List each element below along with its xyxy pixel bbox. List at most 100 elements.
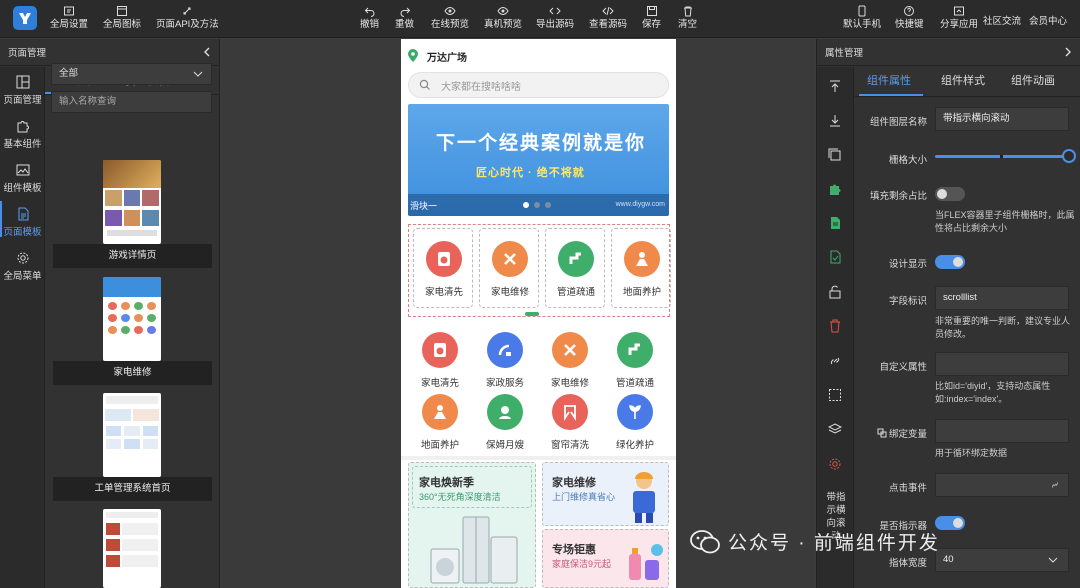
redo-button[interactable]: 重做 [395, 5, 414, 31]
category-select[interactable]: 全部 [51, 63, 212, 85]
design-show-toggle[interactable] [935, 255, 965, 269]
page-api-button[interactable]: 页面API及方法 [156, 5, 219, 31]
undo-icon [364, 7, 374, 17]
bind-variable-icon [877, 428, 887, 438]
default-phone-button[interactable]: 默认手机 [843, 5, 881, 31]
gear-icon [17, 252, 28, 264]
washer-icon [426, 241, 462, 277]
left-panel-title: 页面管理 [8, 48, 47, 59]
nav-label: 页面管理 [3, 95, 42, 106]
nav-basic-components[interactable]: 基本组件 [0, 119, 45, 150]
tools-icon [552, 332, 588, 368]
custom-attr-input[interactable] [935, 352, 1069, 376]
scroll-item[interactable]: 家电维修 [479, 228, 539, 308]
grid-item[interactable]: 窗帘清洗 [538, 394, 602, 451]
template-card[interactable] [53, 509, 212, 588]
grid-item[interactable]: 管道疏通 [603, 332, 667, 389]
app-logo[interactable] [13, 6, 37, 30]
banner-title: 下一个经典案例就是你 [436, 132, 647, 154]
horizontal-scroll-selected[interactable]: 家电清先 家电维修 管道疏通 地面养护 [408, 224, 671, 317]
click-event-input[interactable] [935, 473, 1069, 497]
grid-item-label: 地面养护 [420, 440, 459, 451]
bind-var-input[interactable] [935, 419, 1069, 443]
nav-global-menu[interactable]: 全局菜单 [0, 251, 45, 282]
template-thumbnail [103, 509, 161, 588]
help-icon [904, 6, 915, 16]
banner-indicator[interactable] [523, 202, 551, 208]
community-link[interactable]: 社区交流 [983, 13, 1021, 27]
collapse-left-icon[interactable] [203, 47, 211, 57]
online-preview-button[interactable]: 在线预览 [431, 5, 469, 31]
scroll-item[interactable]: 地面养护 [611, 228, 671, 308]
share-app-button[interactable]: 分享应用 [940, 5, 978, 31]
code-icon [549, 7, 561, 15]
fill-remaining-toggle[interactable] [935, 187, 965, 201]
nav-page-manage[interactable]: 页面管理 [0, 75, 45, 106]
grid-item[interactable]: 地面养护 [408, 394, 472, 451]
export-source-button[interactable]: 导出源码 [536, 5, 574, 31]
nav-component-templates[interactable]: 组件模板 [0, 163, 45, 194]
view-source-label: 查看源码 [589, 19, 628, 30]
vacuum-icon [487, 332, 523, 368]
phone-preview[interactable]: 万达广场 大家都在搜啥啥啥 下一个经典案例就是你 匠心时代 · 绝不将就 滑块一… [401, 39, 676, 588]
phone-search-bar[interactable]: 大家都在搜啥啥啥 [408, 72, 669, 98]
template-thumbnail [103, 277, 161, 361]
location-text: 万达广场 [427, 52, 467, 64]
phone-search-placeholder: 大家都在搜啥啥啥 [441, 81, 521, 93]
promo-card-renew[interactable]: 家电焕新季 360°无死角深度清洁 [408, 462, 536, 588]
link-icon [1052, 482, 1058, 488]
divider [401, 456, 676, 460]
scroll-item-label: 家电清先 [424, 287, 463, 298]
scroll-item[interactable]: 管道疏通 [545, 228, 605, 308]
nav-page-templates[interactable]: 页面模板 [0, 201, 45, 238]
template-card[interactable]: 游戏详情页 [53, 160, 212, 268]
template-caption: 工单管理系统首页 [53, 477, 212, 501]
template-search-input[interactable]: 输入名称查询 [51, 91, 212, 113]
location-bar[interactable]: 万达广场 [407, 45, 467, 67]
promo-card-deal[interactable]: 专场钜惠 家庭保洁9元起 [542, 529, 669, 588]
grid-size-slider-handle[interactable] [1062, 149, 1076, 163]
grid-item[interactable]: 家政服务 [473, 332, 537, 389]
appliances-illustration [430, 516, 518, 584]
member-center-link[interactable]: 会员中心 [1029, 13, 1067, 27]
click-event-label: 点击事件 [888, 483, 927, 494]
global-icons-button[interactable]: 全局图标 [103, 5, 141, 31]
bind-var-label-text: 绑定变量 [888, 429, 927, 440]
location-pin-icon [408, 49, 418, 62]
template-card[interactable]: 家电维修 [53, 277, 212, 385]
device-preview-button[interactable]: 真机预览 [484, 5, 522, 31]
online-preview-label: 在线预览 [431, 19, 470, 30]
custom-attr-label: 自定义属性 [879, 362, 927, 373]
undo-button[interactable]: 撤销 [360, 5, 379, 31]
scroll-item-label: 管道疏通 [556, 287, 595, 298]
grid-item[interactable]: 家电维修 [538, 332, 602, 389]
template-card[interactable]: 工单管理系统首页 [53, 393, 212, 501]
save-button[interactable]: 保存 [642, 5, 661, 31]
shortcut-button[interactable]: 快捷键 [895, 5, 924, 31]
share-icon [954, 6, 964, 16]
document-icon [18, 207, 28, 221]
layer-name-input[interactable]: 带指示横向滚动 [935, 107, 1069, 131]
grid-item[interactable]: 保姆月嫂 [473, 394, 537, 451]
field-id-input[interactable]: scrolllist [935, 286, 1069, 310]
grid-item[interactable]: 绿化养护 [603, 394, 667, 451]
device-preview-label: 真机预览 [484, 19, 523, 30]
template-thumbnail [103, 393, 161, 477]
design-show-label: 设计显示 [888, 259, 927, 270]
trash-icon [683, 6, 692, 17]
global-settings-button[interactable]: 全局设置 [50, 5, 88, 31]
indicator-width-select[interactable]: 40 [935, 548, 1069, 572]
clear-label: 清空 [678, 19, 698, 30]
clear-button[interactable]: 清空 [678, 5, 697, 31]
promo-card-repair[interactable]: 家电维修 上门维修真省心 [542, 462, 669, 526]
banner-swiper[interactable]: 下一个经典案例就是你 匠心时代 · 绝不将就 滑块一 www.diygw.com [408, 104, 669, 216]
property-form: 组件图层名称 带指示横向滚动 栅格大小 填充剩余占比 当FLEX容器里子组件栅格… [817, 39, 1080, 588]
layer-name-label: 组件图层名称 [869, 117, 927, 128]
scroll-item[interactable]: 家电清先 [413, 228, 473, 308]
field-id-hint: 非常重要的唯一判断，建议专业人员修改。 [935, 316, 1071, 339]
view-source-button[interactable]: 查看源码 [589, 5, 627, 31]
cleaning-supplies-illustration [629, 544, 663, 580]
grid-item[interactable]: 家电清先 [408, 332, 472, 389]
grid-item-label: 保姆月嫂 [485, 440, 524, 451]
pipe-icon [617, 332, 653, 368]
